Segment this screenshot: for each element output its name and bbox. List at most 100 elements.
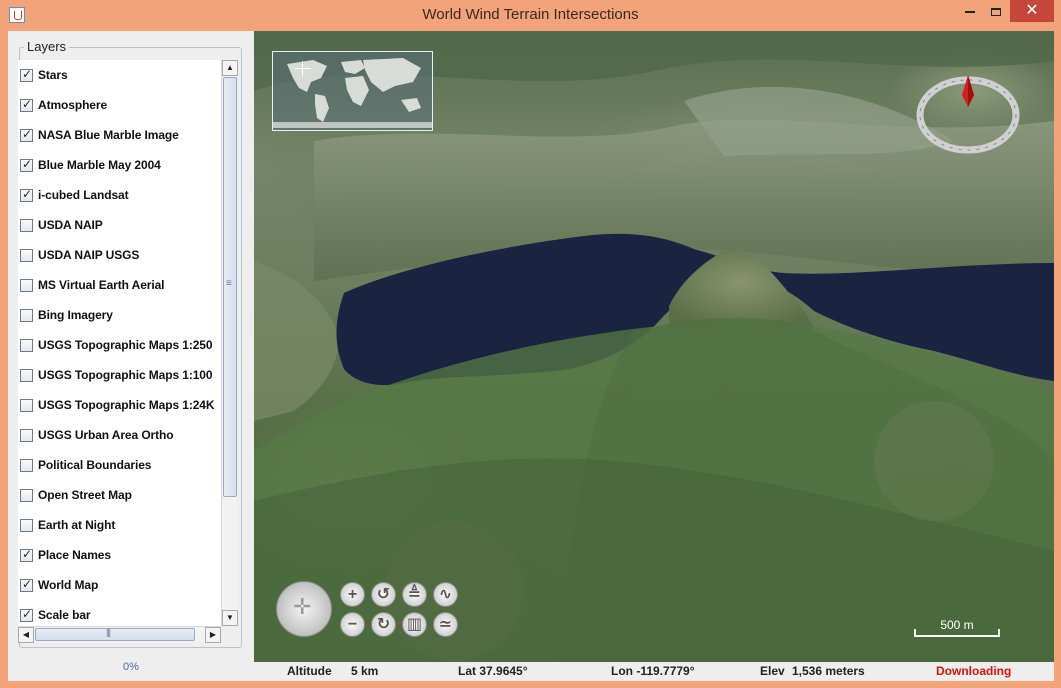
layer-item[interactable]: Bing Imagery	[18, 304, 221, 326]
layer-item[interactable]: USDA NAIP	[18, 214, 221, 236]
layer-item[interactable]: i-cubed Landsat	[18, 184, 221, 206]
layer-checkbox[interactable]	[20, 428, 33, 442]
tilt-down-button[interactable]: ▥	[402, 612, 427, 637]
layer-item[interactable]: World Map	[18, 574, 221, 596]
layer-checkbox[interactable]	[20, 127, 33, 142]
layer-label: World Map	[38, 578, 99, 592]
app-window: World Wind Terrain Intersections ✕ Layer…	[0, 0, 1061, 688]
layer-checkbox[interactable]	[20, 187, 33, 202]
rotate-left-button[interactable]: ↺	[371, 582, 396, 607]
layer-label: Place Names	[38, 548, 111, 562]
globe-view[interactable]: + ↺ ≜ ∿ − ↻ ▥ ≃ 500 m	[254, 31, 1054, 662]
pan-control[interactable]	[276, 581, 332, 637]
close-button[interactable]: ✕	[1010, 0, 1054, 22]
layer-label: Scale bar	[38, 608, 91, 622]
altitude-value: 5 km	[351, 664, 379, 678]
rotate-right-button[interactable]: ↻	[371, 612, 396, 637]
layer-item[interactable]: USGS Urban Area Ortho	[18, 424, 221, 446]
compass[interactable]	[916, 75, 1020, 155]
layer-checkbox[interactable]	[20, 458, 33, 472]
scroll-up-button[interactable]: ▲	[222, 60, 238, 76]
tilt-up-button[interactable]: ≜	[402, 582, 427, 607]
window-title: World Wind Terrain Intersections	[422, 6, 639, 23]
layer-item[interactable]: Place Names	[18, 544, 221, 566]
maximize-icon	[991, 8, 1001, 17]
layer-item[interactable]: Open Street Map	[18, 484, 221, 506]
layer-checkbox[interactable]	[20, 338, 33, 352]
layer-checkbox[interactable]	[20, 518, 33, 532]
longitude-readout: Lon -119.7779°	[611, 664, 695, 678]
layer-item[interactable]: Scale bar	[18, 604, 221, 626]
layer-item[interactable]: Blue Marble May 2004	[18, 154, 221, 176]
layer-item[interactable]: USGS Topographic Maps 1:250	[18, 334, 221, 356]
layer-checkbox[interactable]	[20, 157, 33, 172]
overview-position-marker	[295, 68, 311, 69]
layer-label: USGS Topographic Maps 1:250	[38, 338, 213, 352]
layer-checkbox[interactable]	[20, 97, 33, 112]
layer-list-vertical-scrollbar[interactable]: ▲ ▼	[221, 60, 238, 626]
scale-bar: 500 m	[914, 618, 1000, 641]
world-map-overview[interactable]	[272, 51, 433, 131]
scale-bar-line	[914, 635, 1000, 637]
progress-label: 0%	[123, 661, 139, 673]
layer-checkbox[interactable]	[20, 398, 33, 412]
layer-label: Atmosphere	[38, 98, 108, 112]
layer-label: i-cubed Landsat	[38, 188, 129, 202]
overview-position-marker-vertical	[302, 61, 303, 76]
layer-checkbox[interactable]	[20, 577, 33, 592]
layer-checkbox[interactable]	[20, 248, 33, 262]
layer-item[interactable]: USGS Topographic Maps 1:24K	[18, 394, 221, 416]
layer-checkbox[interactable]	[20, 308, 33, 322]
status-bar: Altitude 5 km Lat 37.9645° Lon -119.7779…	[254, 662, 1054, 681]
layer-label: MS Virtual Earth Aerial	[38, 278, 165, 292]
layer-item[interactable]: USDA NAIP USGS	[18, 244, 221, 266]
latitude-readout: Lat 37.9645°	[458, 664, 528, 678]
scale-bar-tick-left	[914, 629, 916, 637]
layer-checkbox[interactable]	[20, 218, 33, 232]
exaggeration-up-button[interactable]: ∿	[433, 582, 458, 607]
download-status: Downloading	[936, 664, 1012, 678]
zoom-out-button[interactable]: −	[340, 612, 365, 637]
vertical-scroll-thumb[interactable]	[223, 77, 237, 497]
minimize-button[interactable]	[958, 0, 982, 22]
scroll-left-button[interactable]: ◀	[18, 627, 34, 643]
layer-label: USDA NAIP USGS	[38, 248, 140, 262]
compass-icon	[916, 75, 1020, 154]
layer-checkbox[interactable]	[20, 67, 33, 82]
scroll-down-button[interactable]: ▼	[222, 610, 238, 626]
altitude-label: Altitude	[287, 664, 332, 678]
layer-checkbox[interactable]	[20, 547, 33, 562]
left-panel: Layers Stars Atmosphere NASA Blue Marble I…	[8, 31, 254, 682]
layer-checkbox[interactable]	[20, 278, 33, 292]
scroll-right-button[interactable]: ▶	[205, 627, 221, 643]
world-map-image	[273, 58, 432, 128]
layer-list[interactable]: Stars Atmosphere NASA Blue Marble Image Blu…	[18, 60, 221, 626]
layer-item[interactable]: NASA Blue Marble Image	[18, 124, 221, 146]
layer-checkbox[interactable]	[20, 488, 33, 502]
minimize-icon	[965, 11, 975, 14]
layer-list-horizontal-scrollbar[interactable]: ◀ ▶	[18, 626, 221, 643]
layer-item[interactable]: Atmosphere	[18, 94, 221, 116]
title-bar[interactable]: World Wind Terrain Intersections ✕	[0, 0, 1061, 31]
layer-checkbox[interactable]	[20, 607, 33, 622]
layer-item[interactable]: Earth at Night	[18, 514, 221, 536]
layer-item[interactable]: USGS Topographic Maps 1:100	[18, 364, 221, 386]
maximize-button[interactable]	[983, 0, 1009, 22]
layer-item[interactable]: Stars	[18, 64, 221, 86]
layer-item[interactable]: Political Boundaries	[18, 454, 221, 476]
layer-item[interactable]: MS Virtual Earth Aerial	[18, 274, 221, 296]
scale-bar-label: 500 m	[940, 618, 974, 632]
layer-label: Bing Imagery	[38, 308, 113, 322]
layer-checkbox[interactable]	[20, 368, 33, 382]
elevation-label: Elev	[760, 664, 785, 678]
exaggeration-down-button[interactable]: ≃	[433, 612, 458, 637]
scale-bar-tick-right	[998, 629, 1000, 637]
layer-label: Stars	[38, 68, 68, 82]
layer-label: Blue Marble May 2004	[38, 158, 161, 172]
horizontal-scroll-thumb[interactable]	[35, 627, 195, 641]
layers-legend: Layers	[24, 39, 70, 54]
zoom-in-button[interactable]: +	[340, 582, 365, 607]
layer-label: USGS Topographic Maps 1:100	[38, 368, 213, 382]
layer-label: NASA Blue Marble Image	[38, 128, 179, 142]
layer-label: USGS Topographic Maps 1:24K	[38, 398, 215, 412]
